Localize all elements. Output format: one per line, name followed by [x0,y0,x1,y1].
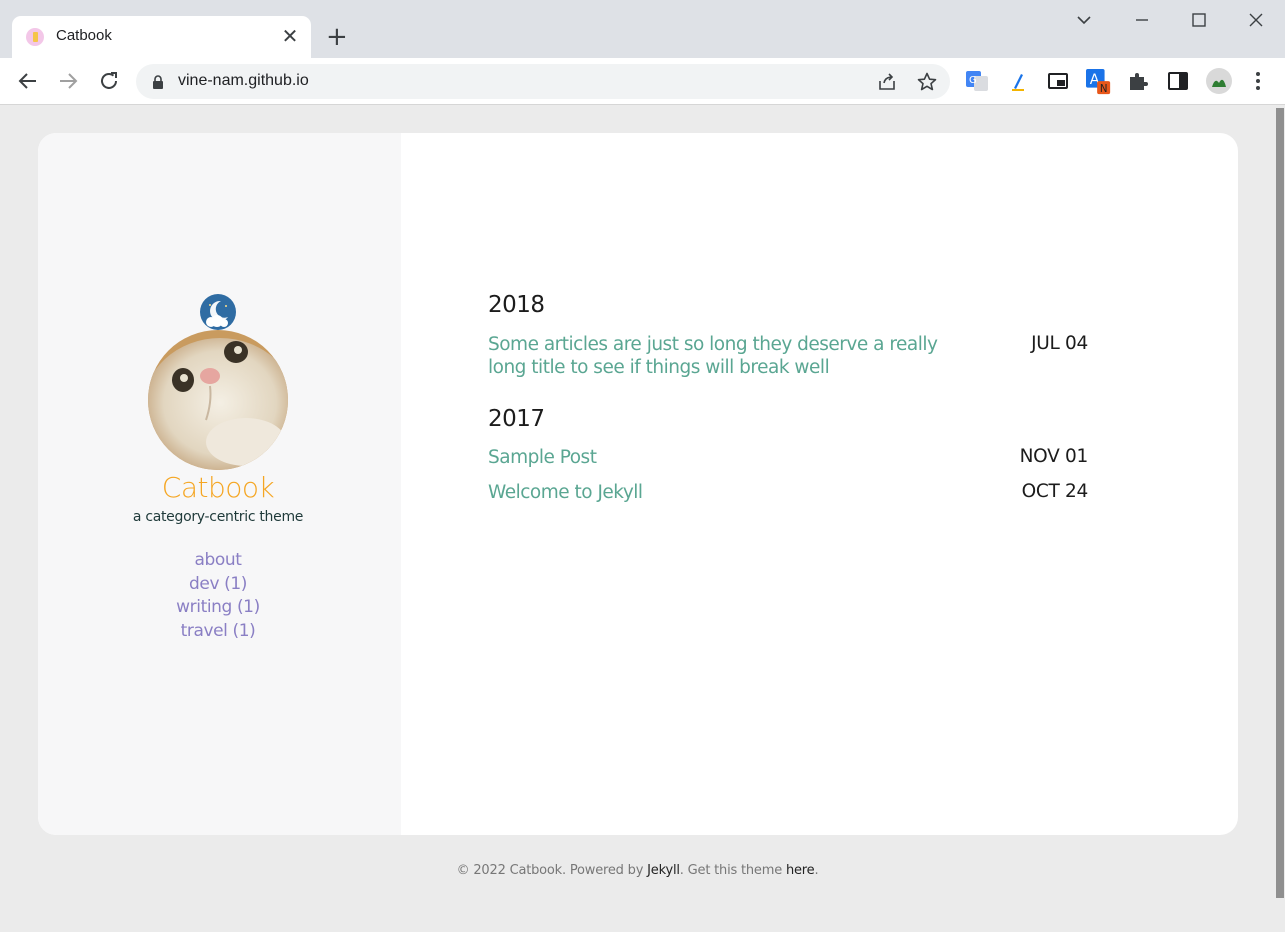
maximize-button[interactable] [1187,8,1211,32]
post-date: NOV 01 [1019,446,1089,467]
sidebar: Catbook a category-centric theme about d… [38,133,401,835]
footer-copyright: © 2022 Catbook. Powered by [456,863,648,878]
browser-tab[interactable]: Catbook ✕ [12,16,311,58]
nav-link-about[interactable]: about [38,549,398,573]
content-card: Catbook a category-centric theme about d… [38,133,1238,835]
close-window-button[interactable] [1244,8,1268,32]
back-button[interactable] [16,69,40,93]
extension-a-icon[interactable]: AN [1086,69,1111,95]
new-tab-button[interactable]: + [326,24,348,50]
svg-text:N: N [1100,84,1108,95]
side-panel-icon[interactable] [1166,69,1190,93]
year-heading-2017: 2017 [488,406,545,432]
post-link[interactable]: Sample Post [488,446,978,469]
site-subtitle: a category-centric theme [132,509,304,525]
lock-icon[interactable] [152,74,164,89]
minimize-button[interactable] [1130,8,1154,32]
nav-link-travel[interactable]: travel (1) [38,620,398,644]
tab-search-icon[interactable] [1072,8,1096,32]
year-heading-2018: 2018 [488,292,545,318]
reload-button[interactable] [97,69,121,93]
browser-titlebar: Catbook ✕ + [0,0,1285,58]
site-favicon-icon [26,28,44,46]
tab-close-button[interactable]: ✕ [279,24,301,48]
bookmark-star-icon[interactable] [916,71,938,93]
footer-text: . Get this theme [679,863,786,878]
google-translate-icon[interactable]: G [965,69,989,93]
tab-title: Catbook [56,27,112,44]
footer-theme-link[interactable]: here [786,863,815,878]
svg-text:G: G [969,75,977,86]
browser-toolbar: vine-nam.github.io G AN [0,58,1285,105]
footer-jekyll-link[interactable]: Jekyll [647,863,680,878]
forward-button[interactable] [56,69,80,93]
profile-avatar-icon[interactable] [1205,67,1233,95]
share-icon[interactable] [876,71,898,93]
extension-pen-icon[interactable] [1006,69,1030,93]
page-viewport: Catbook a category-centric theme about d… [0,105,1275,932]
scrollbar-thumb[interactable] [1276,108,1284,898]
picture-in-picture-icon[interactable] [1046,69,1070,93]
post-date: OCT 24 [1021,481,1089,502]
post-date: JUL 04 [1031,333,1088,354]
page-footer: © 2022 Catbook. Powered by Jekyll. Get t… [0,863,1275,878]
footer-period: . [814,863,819,878]
cat-avatar [148,330,288,470]
moon-cloud-logo-icon [199,293,237,331]
url-text[interactable]: vine-nam.github.io [178,72,309,90]
nav-link-writing[interactable]: writing (1) [38,596,398,620]
extensions-puzzle-icon[interactable] [1126,69,1150,93]
post-link[interactable]: Some articles are just so long they dese… [488,333,978,379]
nav-link-dev[interactable]: dev (1) [38,573,398,597]
site-title[interactable]: Catbook [38,471,398,504]
category-nav: about dev (1) writing (1) travel (1) [38,549,398,643]
post-link[interactable]: Welcome to Jekyll [488,481,978,504]
chrome-menu-icon[interactable] [1246,69,1270,93]
address-bar[interactable]: vine-nam.github.io [136,64,950,99]
